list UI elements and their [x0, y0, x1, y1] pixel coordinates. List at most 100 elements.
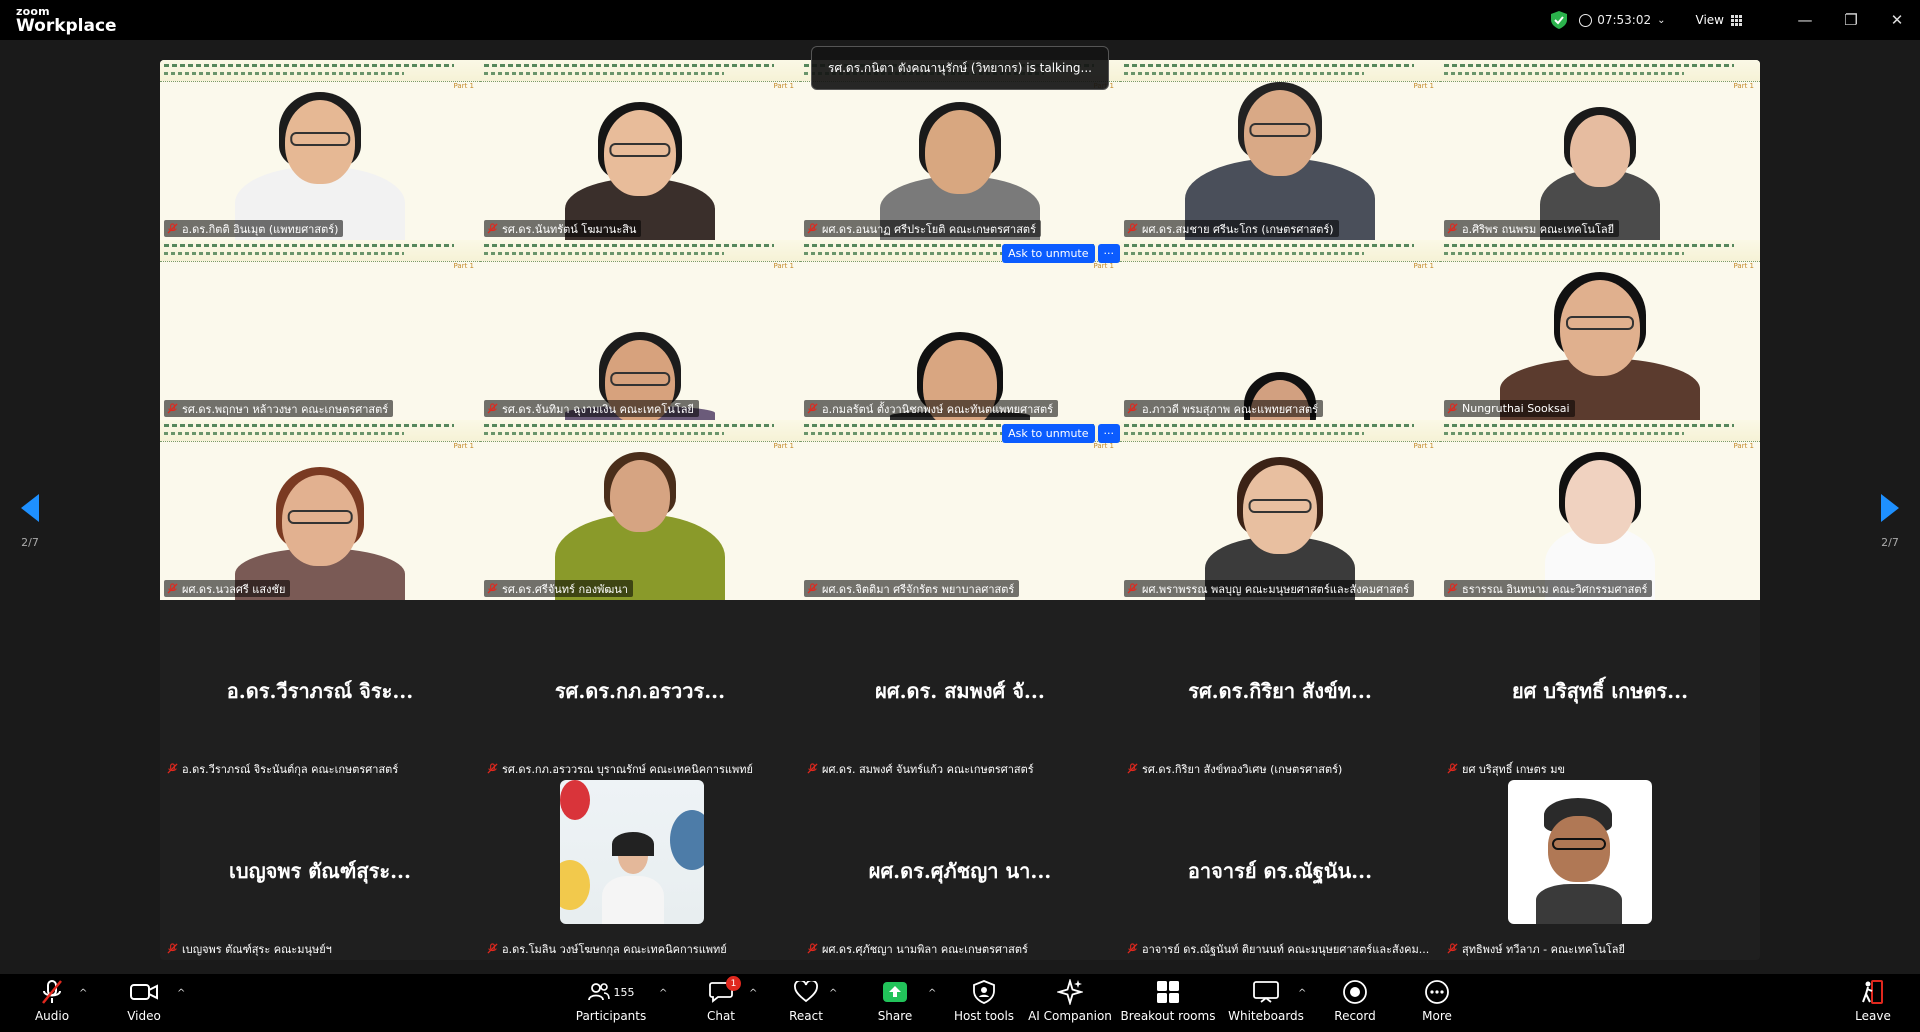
participant-name-label: สุทธิพงษ์ ทวีลาภ - คณะเทคโนโลยี [1444, 940, 1630, 957]
participant-tile[interactable]: อาจารย์ ดร.ณัฐนัน... อาจารย์ ดร.ณัฐนันท์ … [1120, 780, 1440, 960]
audio-options-caret[interactable]: ^ [79, 988, 87, 999]
muted-mic-icon [167, 583, 178, 594]
breakout-rooms-button[interactable]: Breakout rooms [1121, 978, 1215, 1032]
participant-tile[interactable]: Part 1 รศ.ดร.จันทิมา ฉุงามเงิน คณะเทคโนโล… [480, 240, 800, 420]
restore-button[interactable]: ❐ [1828, 0, 1874, 40]
participant-name-text: รศ.ดร.กภ.อรววรณ บุราณรักษ์ คณะเทคนิคการแ… [502, 762, 753, 776]
host-shield-icon [973, 980, 995, 1004]
participant-name-label: อ.ดร.โมลิน วงษ์โฆษกกุล คณะเทคนิคการแพทย์ [484, 940, 732, 957]
mic-muted-icon [42, 980, 62, 1004]
tile-more-options-button[interactable]: ··· [1097, 244, 1120, 263]
participant-name-label: ยศ บริสุทธิ์ เกษตร มข [1444, 760, 1570, 777]
participant-tile[interactable]: Part 1 ผศ.ดร.สมชาย ศรีนะโกร (เกษตรศาสตร์) [1120, 60, 1440, 240]
share-options-caret[interactable]: ^ [928, 988, 936, 999]
video-options-caret[interactable]: ^ [177, 988, 185, 999]
view-label: View [1695, 13, 1724, 27]
leave-button[interactable]: Leave [1855, 978, 1891, 1032]
participant-tile[interactable]: รศ.ดร.กภ.อรววร... รศ.ดร.กภ.อรววรณ บุราณรั… [480, 600, 800, 780]
participant-display-name: รศ.ดร.กภ.อรววร... [554, 679, 726, 703]
previous-page-button[interactable]: 2/7 [10, 494, 50, 549]
participant-tile[interactable]: อ.ดร.วีราภรณ์ จิระ... อ.ดร.วีราภรณ์ จิระน… [160, 600, 480, 780]
ai-companion-button[interactable]: AI Companion [1028, 978, 1112, 1032]
encryption-shield-icon[interactable] [1551, 11, 1568, 29]
view-button[interactable]: View [1696, 13, 1742, 27]
participant-tile[interactable]: Part 1 รศ.ดร.นันทรัตน์ โฆมานะสิน [480, 60, 800, 240]
muted-mic-icon [1127, 943, 1138, 954]
participant-tile[interactable]: Part 1 อ.ดร.กิตติ อินเมุต (แพทยศาสตร์) [160, 60, 480, 240]
participant-tile[interactable]: รศ.ดร.กิริยา สังข์ท... รศ.ดร.กิริยา สังข์… [1120, 600, 1440, 780]
glasses-icon [287, 509, 353, 524]
participant-display-name: ยศ บริสุทธิ์ เกษตร... [1511, 679, 1689, 703]
whiteboards-label: Whiteboards [1228, 1009, 1304, 1023]
chat-button[interactable]: 1 Chat [704, 976, 741, 1032]
react-options-caret[interactable]: ^ [829, 988, 837, 999]
participant-tile[interactable]: ผศ.ดร. สมพงศ์ จั... ผศ.ดร. สมพงศ์ จันทร์แ… [800, 600, 1120, 780]
chat-options-caret[interactable]: ^ [749, 988, 757, 999]
participant-video-feed [890, 240, 1030, 420]
arrow-left-icon [21, 494, 39, 522]
record-button[interactable]: Record [1334, 978, 1376, 1032]
participant-video-feed [235, 60, 405, 240]
blue-ball-decoration [670, 810, 704, 870]
share-button[interactable]: Share [878, 978, 912, 1032]
host-tools-label: Host tools [953, 1009, 1015, 1023]
participant-tile[interactable]: Part 1 อ.ภาวดี พรมสุภาพ คณะแพทยศาสตร์ [1120, 240, 1440, 420]
participant-name-label: Nungruthai Sooksai [1444, 400, 1575, 417]
participant-tile[interactable]: Part 1 ผศ.ดร.นวลศรี แสงชัย [160, 420, 480, 600]
ask-to-unmute-button[interactable]: Ask to unmute [1002, 424, 1095, 443]
participant-tile[interactable]: ยศ บริสุทธิ์ เกษตร... ยศ บริสุทธิ์ เกษตร … [1440, 600, 1760, 780]
muted-mic-icon [487, 223, 498, 234]
slide-part-label: Part 1 [1733, 262, 1755, 270]
participant-tile[interactable]: Part 1 ธรารรณ อินทนาม คณะวิศกรรมศาสตร์ [1440, 420, 1760, 600]
ask-to-unmute-button[interactable]: Ask to unmute [1002, 244, 1095, 263]
next-page-button[interactable]: 2/7 [1870, 494, 1910, 549]
whiteboards-button[interactable]: Whiteboards [1228, 978, 1304, 1032]
participant-tile[interactable]: ผศ.ดร.ศุภัชญา นา... ผศ.ดร.ศุภัชญา นามพิลา… [800, 780, 1120, 960]
slide-part-label: Part 1 [1413, 262, 1435, 270]
video-button[interactable]: Video [126, 978, 162, 1032]
react-label: React [789, 1009, 823, 1023]
minimize-button[interactable]: — [1782, 0, 1828, 40]
whiteboards-options-caret[interactable]: ^ [1298, 988, 1306, 999]
slide-banner [160, 240, 480, 262]
participant-name-label: อ.ดร.กิตติ อินเมุต (แพทยศาสตร์) [164, 220, 344, 237]
slide-part-label: Part 1 [1093, 262, 1115, 270]
participant-tile[interactable]: สุทธิพงษ์ ทวีลาภ - คณะเทคโนโลยี [1440, 780, 1760, 960]
participants-button[interactable]: 155 Participants [576, 978, 646, 1032]
participant-tile[interactable]: Part 1 รศ.ดร.ศรีจันทร์ กองพัฒนา [480, 420, 800, 600]
more-button[interactable]: More [1420, 978, 1454, 1032]
audio-button[interactable]: Audio [34, 978, 70, 1032]
meeting-timer[interactable]: 07:53:02 ⌄ [1579, 13, 1666, 27]
active-speaker-banner: รศ.ดร.กนิตา ตังคณานุรักษ์ (วิทยากร) is t… [811, 46, 1109, 90]
muted-mic-icon [1127, 223, 1138, 234]
gallery-view: Part 1 อ.ดร.กิตติ อินเมุต (แพทยศาสตร์) Par… [160, 60, 1760, 960]
muted-mic-icon [487, 943, 498, 954]
close-button[interactable]: ✕ [1874, 0, 1920, 40]
unmute-controls: Ask to unmute ··· [1002, 244, 1120, 263]
participant-name-text: เบญจพร ตัณฑ์สุระ คณะมนุษย์ฯ [182, 942, 332, 956]
video-camera-icon [130, 984, 158, 1000]
participant-name-label: ผศ.ดร.ศุภัชญา นามพิลา คณะเกษตรศาสตร์ [804, 940, 1033, 957]
muted-mic-icon [487, 583, 498, 594]
participant-tile[interactable]: Part 1 ผศ.พราพรรณ พลบุญ คณะมนุษยศาสตร์และ… [1120, 420, 1440, 600]
participant-name-text: ผศ.ดร.อนนาฏ ศรีประโยติ คณะเกษตรศาสตร์ [822, 222, 1036, 236]
react-button[interactable]: React [789, 978, 823, 1032]
title-bar: zoom Workplace 07:53:02 ⌄ View — ❐ ✕ [0, 0, 1920, 40]
participant-tile[interactable]: Part 1 อ.ศิริพร ถนพรม คณะเทคโนโลยี [1440, 60, 1760, 240]
host-tools-button[interactable]: Host tools [953, 978, 1015, 1032]
participant-display-name: ผศ.ดร. สมพงศ์ จั... [875, 679, 1045, 703]
participant-tile[interactable]: Part 1 Ask to unmute ··· อ.กมลรัตน์ ตั้งวาน… [800, 240, 1120, 420]
participant-name-label: รศ.ดร.จันทิมา ฉุงามเงิน คณะเทคโนโลยี [484, 400, 699, 417]
participant-tile[interactable]: Part 1 Nungruthai Sooksai [1440, 240, 1760, 420]
participant-name-text: สุทธิพงษ์ ทวีลาภ - คณะเทคโนโลยี [1462, 942, 1625, 956]
participant-tile[interactable]: อ.ดร.โมลิน วงษ์โฆษกกุล คณะเทคนิคการแพทย์ [480, 780, 800, 960]
participant-tile[interactable]: Part 1 รศ.ดร.พฤกษา หล้าวงษา คณะเกษตรศาสตร… [160, 240, 480, 420]
tile-more-options-button[interactable]: ··· [1097, 424, 1120, 443]
participant-tile[interactable]: Part 1 Ask to unmute ··· ผศ.ดร.จิตติมา ศรีจ… [800, 420, 1120, 600]
participant-tile[interactable]: เบญจพร ตัณฑ์สุระ... เบญจพร ตัณฑ์สุระ คณะม… [160, 780, 480, 960]
participant-name-text: อ.ศิริพร ถนพรม คณะเทคโนโลยี [1462, 222, 1615, 236]
participants-options-caret[interactable]: ^ [659, 988, 667, 999]
participant-video-feed [1185, 60, 1375, 240]
muted-mic-icon [807, 403, 818, 414]
participant-face [610, 460, 670, 532]
